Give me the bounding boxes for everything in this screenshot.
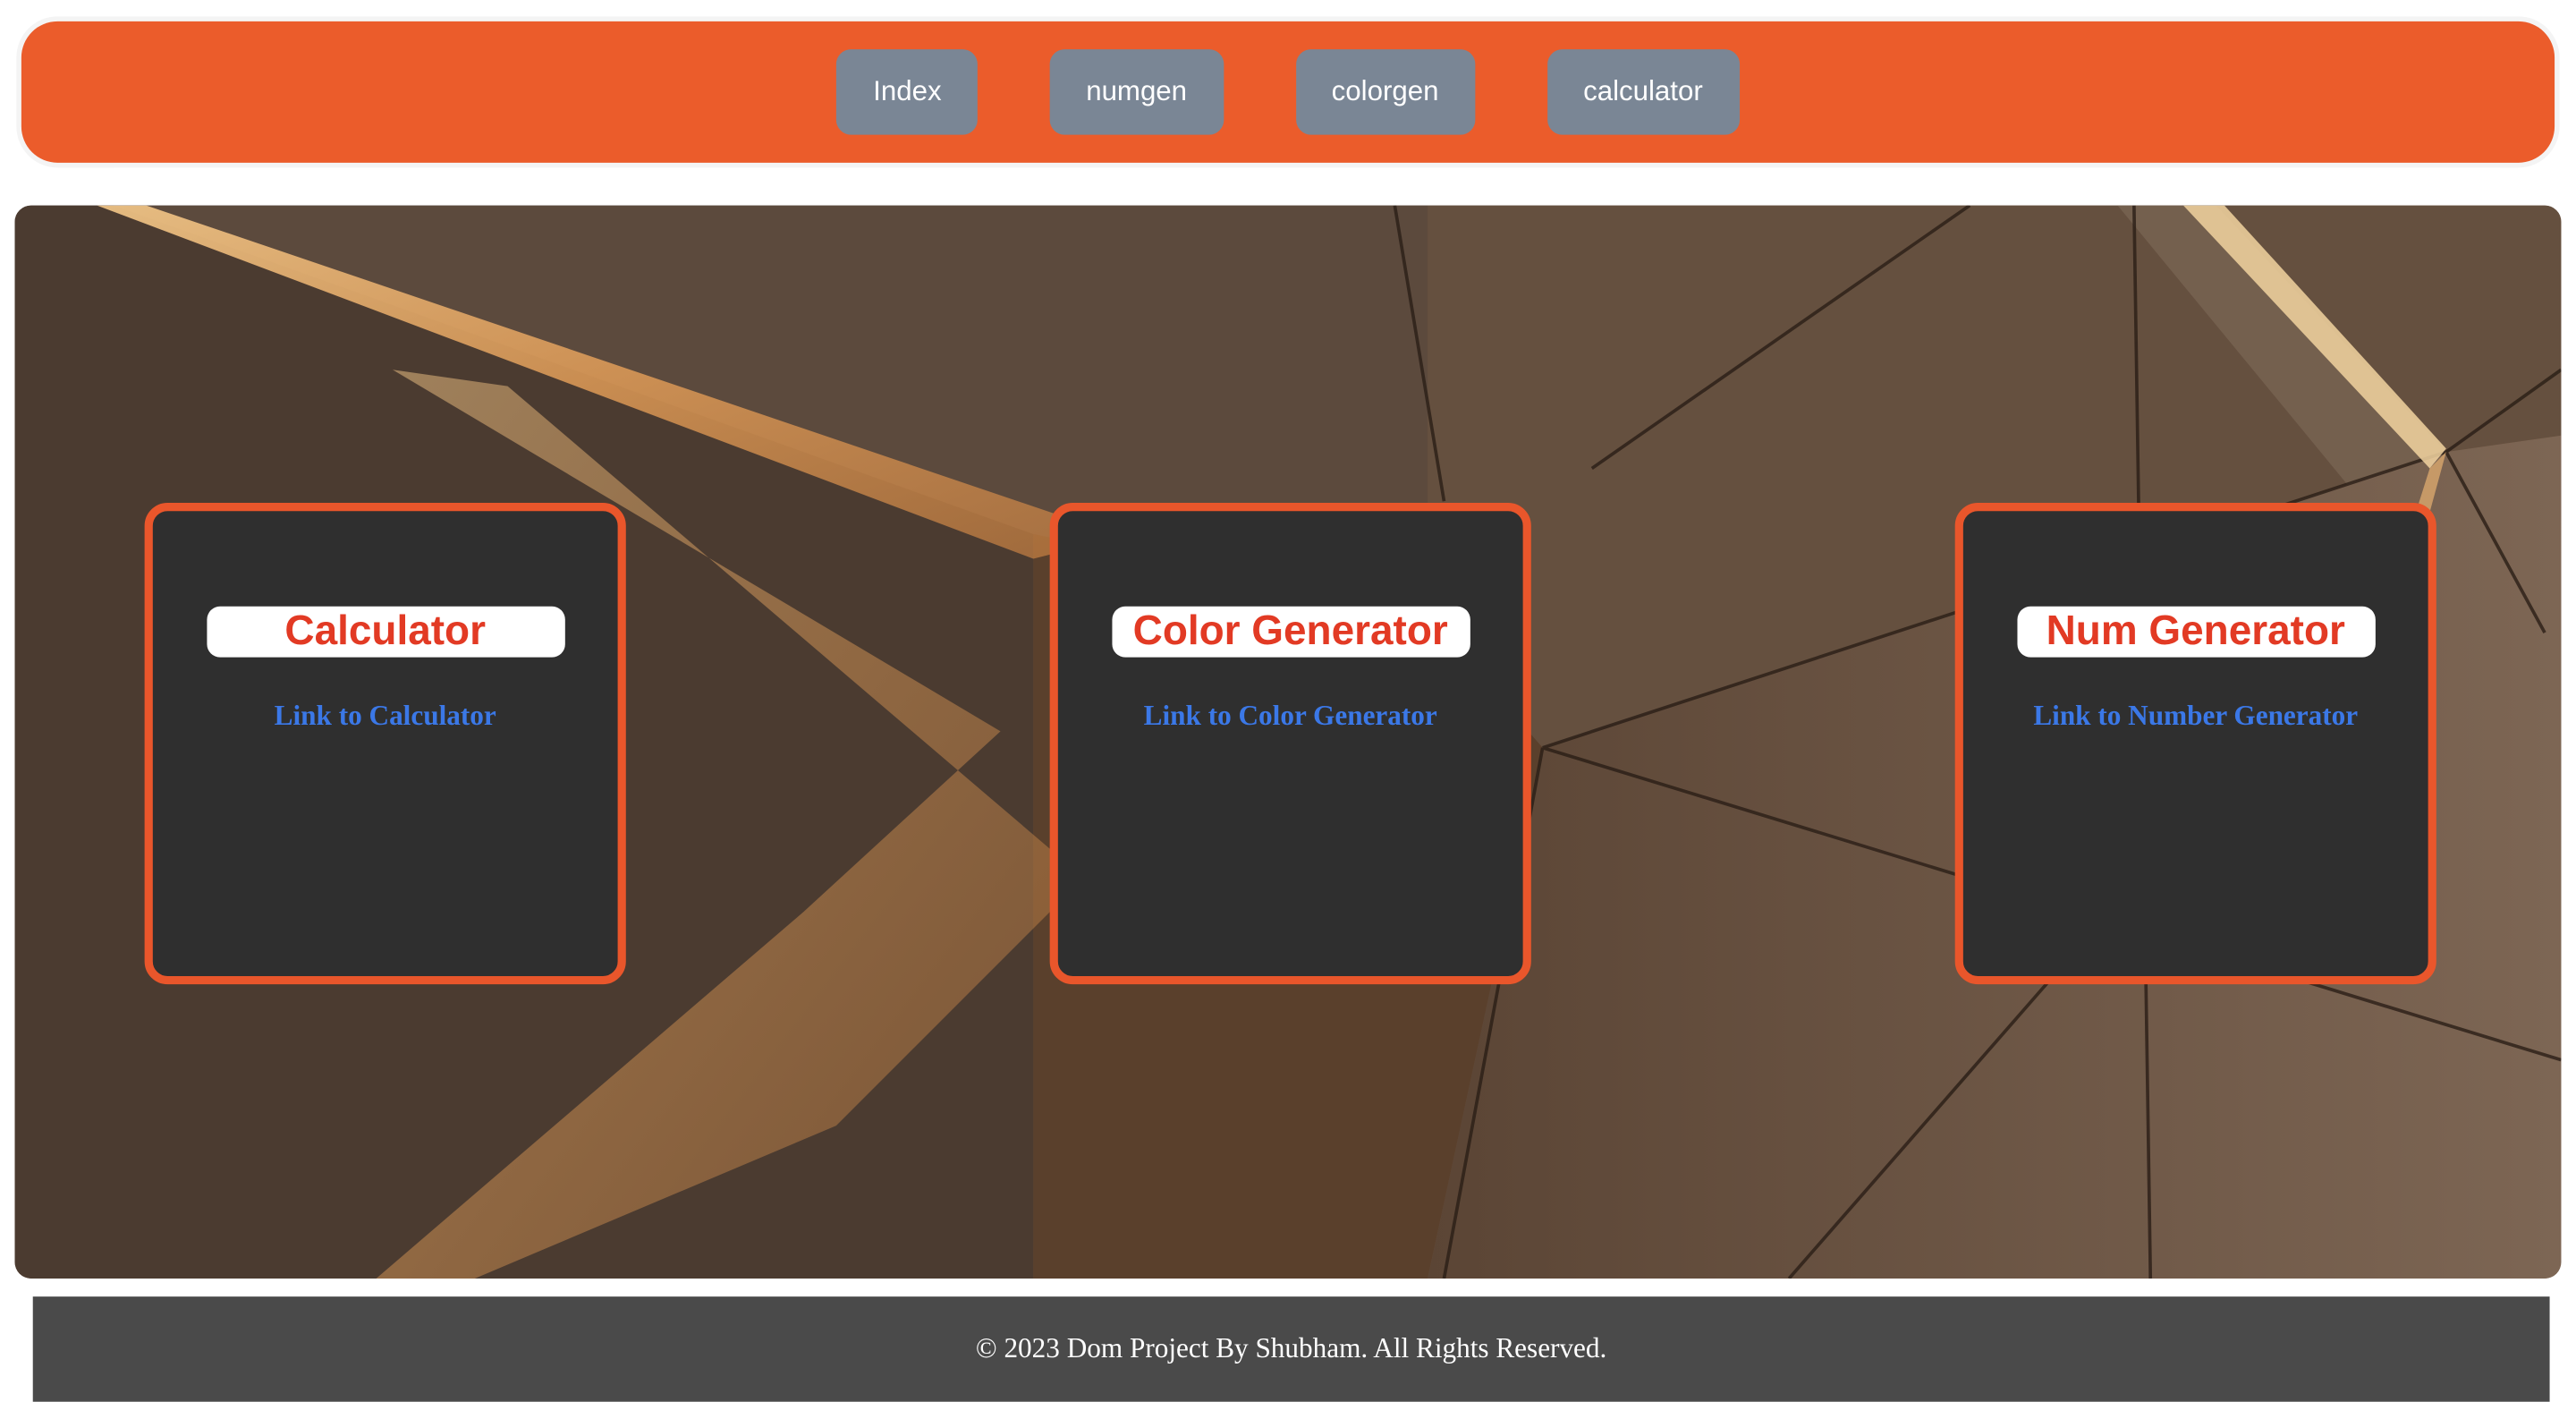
num-generator-card: Num Generator Link to Number Generator: [1954, 503, 2436, 985]
calculator-card: Calculator Link to Calculator: [144, 503, 626, 985]
number-generator-link[interactable]: Link to Number Generator: [2033, 700, 2358, 733]
card-title: Num Generator: [2016, 606, 2375, 658]
page: Index numgen colorgen calculator Calcula…: [0, 0, 2576, 1402]
hero-background: Calculator Link to Calculator Color Gene…: [14, 205, 2562, 1279]
calculator-link[interactable]: Link to Calculator: [275, 700, 496, 733]
nav-numgen-button[interactable]: numgen: [1049, 49, 1224, 135]
top-navbar: Index numgen colorgen calculator: [21, 21, 2555, 163]
color-generator-card: Color Generator Link to Color Generator: [1049, 503, 1531, 985]
footer-copyright-text: © 2023 Dom Project By Shubham. All Right…: [975, 1332, 1607, 1364]
nav-colorgen-button[interactable]: colorgen: [1295, 49, 1475, 135]
card-title: Calculator: [206, 606, 564, 658]
nav-calculator-button[interactable]: calculator: [1546, 49, 1740, 135]
color-generator-link[interactable]: Link to Color Generator: [1144, 700, 1437, 733]
nav-index-button[interactable]: Index: [836, 49, 978, 135]
footer: © 2023 Dom Project By Shubham. All Right…: [32, 1296, 2550, 1402]
card-title: Color Generator: [1111, 606, 1470, 658]
